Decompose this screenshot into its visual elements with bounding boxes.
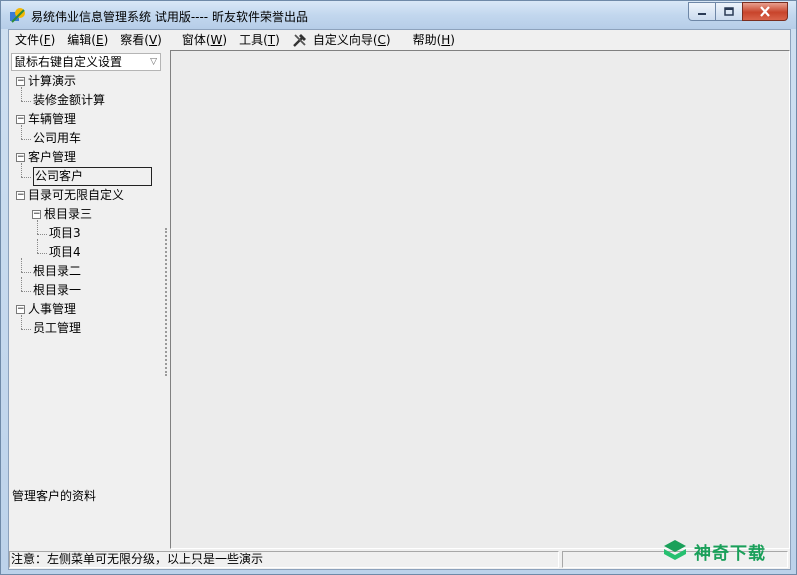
tree-item-label: 员工管理: [33, 321, 82, 335]
settings-combo-value: 鼠标右键自定义设置: [14, 55, 123, 69]
tree-item-label: 根目录二: [33, 264, 82, 278]
status-message: 注意：左侧菜单可无限分级，以上只是一些演示: [11, 552, 264, 566]
tree-connector: [21, 315, 22, 329]
tree-toggle-icon[interactable]: −: [16, 153, 25, 162]
menu-label: 工具(T): [239, 33, 280, 47]
description-box: 管理客户的资料: [11, 487, 162, 545]
tree-item[interactable]: 计算演示: [28, 72, 76, 91]
tree-item[interactable]: 员工管理: [33, 319, 81, 338]
tree-toggle-icon[interactable]: −: [16, 305, 25, 314]
tree-item[interactable]: 根目录二: [33, 262, 81, 281]
tree-item-label: 目录可无限自定义: [28, 188, 125, 202]
tree-connector: [21, 177, 31, 178]
menu-w[interactable]: 窗体(W): [176, 30, 233, 50]
tree-item-label: 装修金额计算: [33, 93, 106, 107]
tree-toggle-icon[interactable]: −: [16, 77, 25, 86]
menu-t[interactable]: 工具(T): [233, 30, 286, 50]
tree-connector: [21, 277, 22, 291]
app-window: 易统伟业信息管理系统 试用版---- 昕友软件荣誉出品 文件(F) 编辑(E) 察看…: [0, 0, 797, 575]
tree-item[interactable]: 公司客户: [33, 167, 152, 186]
menu-label: 自定义向导(C): [312, 33, 391, 47]
tree-item[interactable]: 人事管理: [28, 300, 76, 319]
menu-e[interactable]: 编辑(E): [61, 30, 114, 50]
watermark-text: 神奇下载: [694, 543, 766, 564]
menu-label: 编辑(E): [67, 33, 109, 47]
description-text: 管理客户的资料: [12, 489, 97, 503]
watermark-logo-icon: [664, 540, 686, 560]
tree-item-label: 车辆管理: [28, 112, 77, 126]
tree-connector: [21, 291, 31, 292]
tree-item-label: 客户管理: [28, 150, 77, 164]
tree-item-label: 计算演示: [28, 74, 77, 88]
tree-toggle-icon[interactable]: −: [16, 115, 25, 124]
tree-item[interactable]: 客户管理: [28, 148, 76, 167]
tree-item-label: 人事管理: [28, 302, 77, 316]
maximize-button[interactable]: [715, 2, 743, 21]
window-title: 易统伟业信息管理系统 试用版---- 昕友软件荣誉出品: [31, 10, 308, 24]
tree-connector: [21, 125, 22, 139]
tree-connector: [21, 87, 22, 101]
tree-connector: [37, 253, 47, 254]
tree-item[interactable]: 装修金额计算: [33, 91, 105, 110]
tree-connector: [21, 272, 31, 273]
tree-connector: [21, 101, 31, 102]
menu-bar: 文件(F) 编辑(E) 察看(V) 窗体(W) 工具(T) 自定义向导(C) 帮助(H): [9, 30, 790, 50]
menu-label: 文件(F): [15, 33, 56, 47]
status-message-pane: 注意：左侧菜单可无限分级，以上只是一些演示: [9, 551, 559, 568]
panel-splitter[interactable]: [162, 50, 170, 547]
maximize-icon: [724, 7, 734, 16]
tree-item-label: 公司用车: [33, 131, 82, 145]
tree-connector: [21, 329, 31, 330]
tree-item[interactable]: 项目4: [49, 243, 81, 262]
menu-h[interactable]: 帮助(H): [407, 30, 461, 50]
tree-connector: [37, 239, 38, 253]
close-icon: [760, 6, 770, 17]
tree-connector: [21, 139, 31, 140]
title-bar[interactable]: 易统伟业信息管理系统 试用版---- 昕友软件荣誉出品: [1, 1, 796, 29]
tree-item-label: 公司客户: [33, 167, 152, 186]
minimize-button[interactable]: [688, 2, 716, 21]
menu-label: 窗体(W): [181, 33, 228, 47]
menu-v[interactable]: 察看(V): [114, 30, 168, 50]
tree-toggle-icon[interactable]: −: [32, 210, 41, 219]
tree-item-label: 项目3: [49, 226, 81, 240]
tree-item[interactable]: 根目录三: [44, 205, 92, 224]
tree-item-label: 根目录三: [44, 207, 93, 221]
tree-item[interactable]: 车辆管理: [28, 110, 76, 129]
tree-item[interactable]: 公司用车: [33, 129, 81, 148]
watermark: 神奇下载: [662, 534, 792, 568]
left-panel: 鼠标右键自定义设置 ▽ − 计算演示 装修金额计算 − 车辆管理 公司用车 − 客户管理 公司客…: [9, 50, 162, 547]
tree-connector: [21, 258, 22, 272]
tree-item-label: 根目录一: [33, 283, 82, 297]
chevron-down-icon[interactable]: ▽: [150, 54, 157, 70]
splitter-grip-icon: [165, 228, 167, 376]
main-workspace[interactable]: [170, 50, 790, 549]
tree-connector: [37, 220, 38, 234]
nav-tree: − 计算演示 装修金额计算 − 车辆管理 公司用车 − 客户管理 公司客户 − 目录可无限自定义 − 根…: [11, 72, 162, 488]
app-icon: [10, 8, 25, 23]
tree-item[interactable]: 目录可无限自定义: [28, 186, 124, 205]
menu-c[interactable]: 自定义向导(C): [286, 30, 397, 50]
tree-toggle-icon[interactable]: −: [16, 191, 25, 200]
tree-connector: [37, 234, 47, 235]
menu-label: 帮助(H): [412, 33, 455, 47]
tree-connector: [21, 163, 22, 177]
tree-item[interactable]: 根目录一: [33, 281, 81, 300]
client-area: 文件(F) 编辑(E) 察看(V) 窗体(W) 工具(T) 自定义向导(C) 帮助(H) 鼠…: [8, 29, 791, 570]
settings-combo[interactable]: 鼠标右键自定义设置 ▽: [11, 53, 161, 71]
minimize-icon: [698, 12, 706, 15]
tools-icon: [292, 34, 306, 47]
close-button[interactable]: [742, 2, 788, 21]
menu-label: 察看(V): [120, 33, 162, 47]
menu-f[interactable]: 文件(F): [9, 30, 61, 50]
tree-item-label: 项目4: [49, 245, 81, 259]
tree-item[interactable]: 项目3: [49, 224, 81, 243]
